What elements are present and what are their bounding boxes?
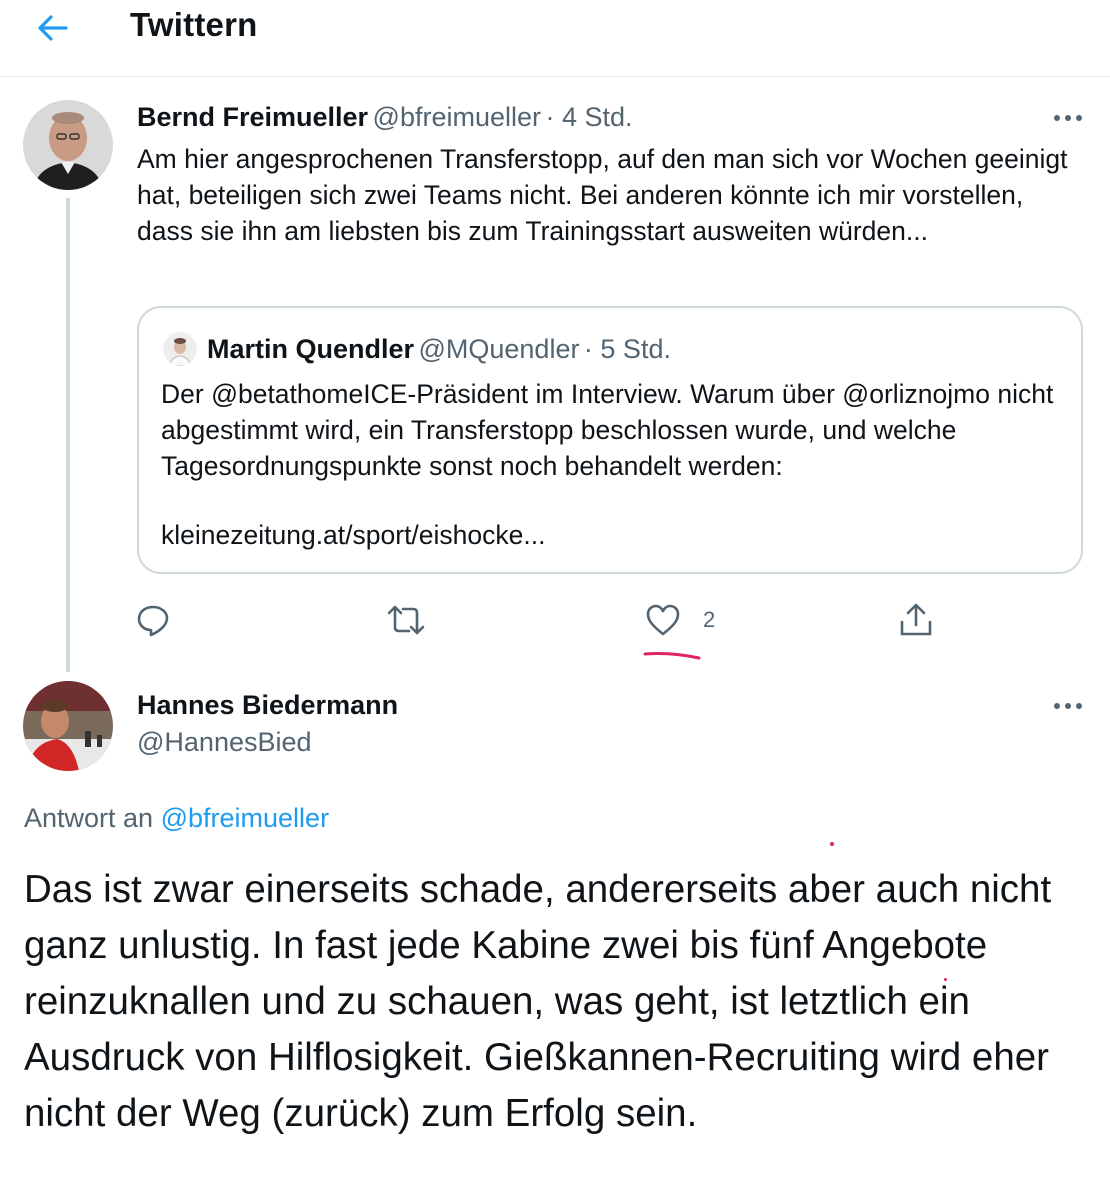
more-dots-icon <box>1054 703 1082 709</box>
quote-text: Der @betathomeICE-Präsident im Interview… <box>161 379 1054 481</box>
more-dots-icon <box>1054 115 1082 121</box>
quote-time: · 5 Std. <box>583 334 671 364</box>
author-name[interactable]: Bernd Freimueller <box>137 102 368 132</box>
retweet-button[interactable] <box>386 598 426 642</box>
arrow-left-icon <box>38 15 68 41</box>
like-button[interactable]: 2 <box>645 598 715 642</box>
red-dot-annotation <box>830 842 834 846</box>
tweet-text: Am hier angesprochenen Transferstopp, au… <box>137 144 1068 246</box>
reply-avatar-image <box>23 681 113 771</box>
more-options-button[interactable] <box>1048 103 1088 133</box>
quote-avatar <box>163 332 197 366</box>
avatar-image <box>23 100 113 190</box>
quote-author-name: Martin Quendler <box>207 334 415 364</box>
quote-header: Martin Quendler @MQuendler · 5 Std. <box>207 334 671 365</box>
reply-icon <box>137 605 169 637</box>
page-title: Twittern <box>130 6 258 43</box>
back-button[interactable] <box>30 8 74 48</box>
reply-prefix: Antwort an <box>24 803 154 833</box>
replying-to: Antwort an @bfreimueller <box>24 803 329 834</box>
reply-author-name[interactable]: Hannes Biedermann <box>137 690 398 720</box>
reply-author-name-wrap: Hannes Biedermann <box>137 690 398 721</box>
avatar[interactable] <box>23 100 113 190</box>
reply-text: Das ist zwar einerseits schade, anderers… <box>24 868 1052 1135</box>
retweet-icon <box>387 605 425 635</box>
heart-icon <box>646 604 680 636</box>
tweet-actions: 2 <box>0 598 1110 642</box>
reply-mention-link[interactable]: @bfreimueller <box>161 803 329 833</box>
reply-more-options-button[interactable] <box>1048 691 1088 721</box>
top-bar: Twittern <box>0 0 1110 77</box>
reply-author-handle-wrap: @HannesBied <box>137 727 312 758</box>
tweet-header: Bernd Freimueller @bfreimueller · 4 Std. <box>137 102 633 133</box>
red-underline-annotation <box>643 652 701 660</box>
quote-link[interactable]: kleinezeitung.at/sport/eishocke... <box>161 520 545 551</box>
author-handle[interactable]: @bfreimueller <box>373 102 541 132</box>
quoted-tweet[interactable]: Martin Quendler @MQuendler · 5 Std. Der … <box>137 306 1083 574</box>
reply-button[interactable] <box>135 598 171 642</box>
share-button[interactable] <box>898 598 934 642</box>
reply-avatar[interactable] <box>23 681 113 771</box>
quote-author-handle: @MQuendler <box>418 334 580 364</box>
tweet-time[interactable]: · 4 Std. <box>545 102 632 132</box>
like-count: 2 <box>703 607 716 632</box>
reply-author-handle[interactable]: @HannesBied <box>137 727 312 757</box>
quote-avatar-image <box>163 332 197 366</box>
share-icon <box>900 603 932 636</box>
